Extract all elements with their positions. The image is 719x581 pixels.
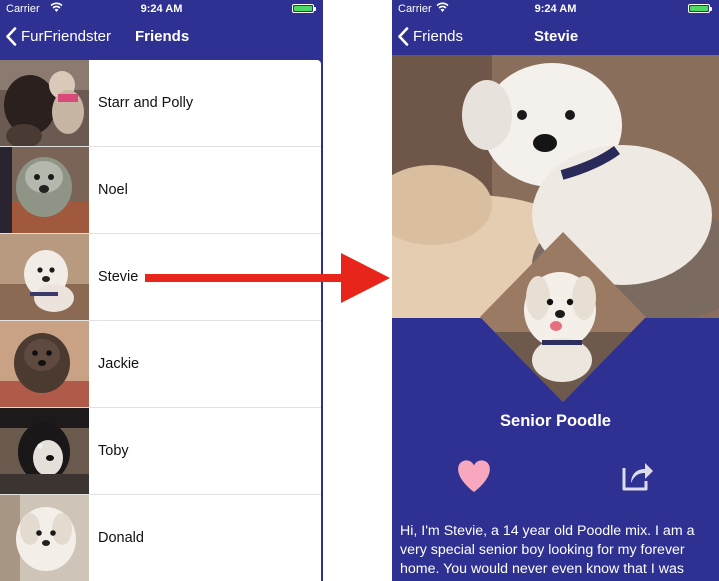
back-button[interactable]: Friends: [397, 18, 463, 55]
battery-icon: [688, 4, 712, 13]
status-time: 9:24 AM: [140, 3, 183, 15]
share-icon: [622, 463, 653, 491]
friend-photo: [0, 60, 89, 146]
friend-photo: [0, 147, 89, 233]
status-time: 9:24 AM: [534, 3, 577, 15]
friend-photo: [0, 234, 89, 320]
share-button[interactable]: [619, 459, 655, 497]
friend-name: Toby: [98, 443, 129, 459]
friend-photo: [0, 495, 89, 581]
bio-line: very special senior boy looking for my f…: [400, 542, 685, 558]
friend-name: Starr and Polly: [98, 95, 194, 111]
friend-detail-screen: Carrier 9:24 AM Friends Stevie Senior Po…: [392, 0, 719, 581]
back-button[interactable]: FurFriendster: [5, 18, 111, 55]
battery-icon: [292, 4, 316, 13]
friend-name: Noel: [98, 182, 128, 198]
list-item[interactable]: Donald: [0, 495, 321, 581]
list-item[interactable]: Toby: [0, 408, 321, 495]
friend-name: Jackie: [98, 356, 140, 372]
friend-photo: [0, 408, 89, 494]
bio-text: Hi, I'm Stevie, a 14 year old Poodle mix…: [400, 522, 714, 579]
nav-bar: Friends Stevie: [392, 18, 719, 55]
bio-line: home. You would never even know that I w…: [400, 561, 684, 577]
right-arrow-icon: [145, 253, 390, 303]
friend-name: Stevie: [98, 269, 139, 285]
friend-name: Donald: [98, 530, 144, 546]
list-item[interactable]: Starr and Polly: [0, 60, 321, 147]
status-bar: Carrier 9:24 AM: [0, 0, 323, 18]
page-title: Stevie: [534, 28, 579, 45]
chevron-left-icon: [398, 27, 409, 46]
back-button-label: Friends: [413, 28, 464, 45]
list-item[interactable]: Jackie: [0, 321, 321, 408]
like-button[interactable]: [455, 459, 493, 498]
list-item[interactable]: Noel: [0, 147, 321, 234]
status-bar: Carrier 9:24 AM: [392, 0, 719, 18]
nav-bar: FurFriendster Friends: [0, 18, 323, 55]
back-button-label: FurFriendster: [21, 28, 112, 45]
bio-line: Hi, I'm Stevie, a 14 year old Poodle mix…: [400, 523, 695, 539]
heart-icon: [458, 460, 490, 492]
friends-list[interactable]: Starr and Polly Noel Stevie Jackie Toby …: [0, 60, 321, 581]
chevron-left-icon: [6, 27, 17, 46]
page-title: Friends: [135, 28, 190, 45]
friend-photo: [0, 321, 89, 407]
breed-label: Senior Poodle: [500, 412, 611, 430]
profile-photo: [480, 232, 646, 402]
